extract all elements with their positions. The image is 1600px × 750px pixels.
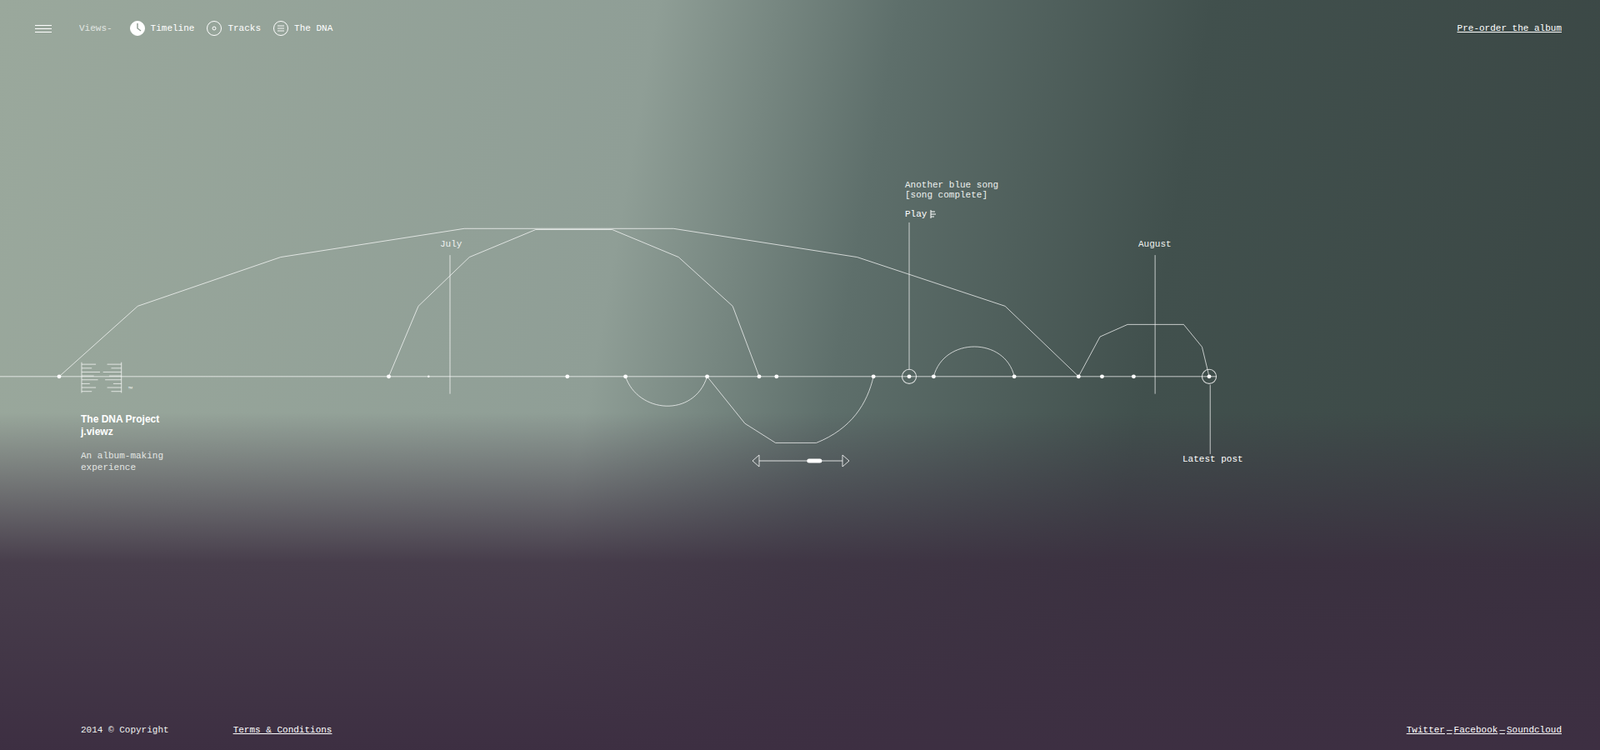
social-link[interactable]: Twitter: [1406, 725, 1445, 735]
project-artist[interactable]: j.viewz: [80, 425, 175, 439]
separator: —: [1499, 725, 1505, 735]
timeline-node[interactable]: [1201, 369, 1216, 384]
project-tagline: An album-making experience: [80, 450, 175, 474]
trademark: ™: [128, 385, 133, 394]
project-info: The DNA Projectj.viewz An album-making ex…: [80, 413, 175, 474]
song-status: [song complete]: [905, 190, 999, 200]
month-line: [450, 255, 451, 395]
timeline-diagram: [0, 0, 1600, 750]
track-curve: [933, 346, 1015, 377]
song-line: [909, 222, 910, 370]
timeline-axis: [0, 375, 1217, 377]
separator: —: [1446, 725, 1453, 735]
page: Views- Timeline Tracks The DNA Pre-order the…: [0, 0, 1600, 750]
latest-line: [1210, 385, 1211, 455]
timeline-node[interactable]: [1100, 374, 1105, 379]
play-icon: [930, 210, 937, 219]
timeline-scroller[interactable]: [750, 453, 851, 469]
preorder-link[interactable]: Pre-order the album: [1457, 23, 1562, 34]
track-curve: [1078, 324, 1210, 376]
track-curve: [389, 230, 760, 377]
timeline-node[interactable]: [901, 369, 916, 384]
timeline-node[interactable]: [757, 374, 762, 379]
timeline-node[interactable]: [57, 374, 62, 379]
timeline-node[interactable]: [1076, 374, 1081, 379]
project-title: The DNA Project: [80, 413, 175, 426]
track-curve: [59, 228, 1079, 377]
play-button[interactable]: Play: [905, 209, 999, 220]
month-label: July: [440, 239, 462, 250]
views-nav: Timeline Tracks The DNA: [129, 20, 334, 37]
dna-icon: [272, 20, 290, 37]
social-links: Twitter—Facebook—Soundcloud: [1406, 725, 1562, 735]
month-line: [1155, 255, 1156, 395]
track-curve: [707, 376, 875, 444]
timeline-node[interactable]: [427, 375, 430, 378]
clock-icon: [129, 20, 146, 37]
timeline-node[interactable]: [623, 374, 628, 379]
scroll-thumb[interactable]: [806, 459, 822, 464]
footer: 2014 © Copyright Terms & Conditions Twitte…: [0, 725, 1600, 750]
song-label: Another blue song[song complete] Play: [905, 180, 999, 220]
track-curve: [625, 376, 708, 406]
social-link[interactable]: Facebook: [1454, 725, 1499, 735]
menu-icon[interactable]: [35, 25, 52, 33]
song-title: Another blue song: [905, 180, 999, 190]
timeline-node[interactable]: [565, 374, 570, 379]
timeline-node[interactable]: [871, 374, 876, 379]
views-label: Views-: [79, 23, 113, 34]
social-link[interactable]: Soundcloud: [1506, 725, 1562, 735]
dna-logo-icon: [81, 362, 122, 394]
timeline-node[interactable]: [386, 374, 391, 379]
view-tab[interactable]: Timeline: [129, 20, 195, 37]
view-tab[interactable]: The DNA: [272, 20, 333, 37]
header: Views- Timeline Tracks The DNA Pre-order the…: [0, 0, 1600, 37]
timeline-node[interactable]: [774, 374, 779, 379]
timeline-node[interactable]: [931, 374, 936, 379]
view-tab[interactable]: Tracks: [205, 20, 261, 37]
background-photo: [0, 0, 1600, 750]
month-label: August: [1138, 239, 1172, 250]
scroll-arrows-icon: [750, 453, 851, 469]
timeline-node[interactable]: [1131, 374, 1136, 379]
copyright: 2014 © Copyright: [80, 725, 170, 735]
timeline-node[interactable]: [1012, 374, 1017, 379]
timeline-node[interactable]: [705, 374, 710, 379]
disc-icon: [205, 20, 223, 37]
latest-post-link[interactable]: Latest post: [1182, 454, 1244, 465]
terms-link[interactable]: Terms & Conditions: [233, 725, 333, 735]
